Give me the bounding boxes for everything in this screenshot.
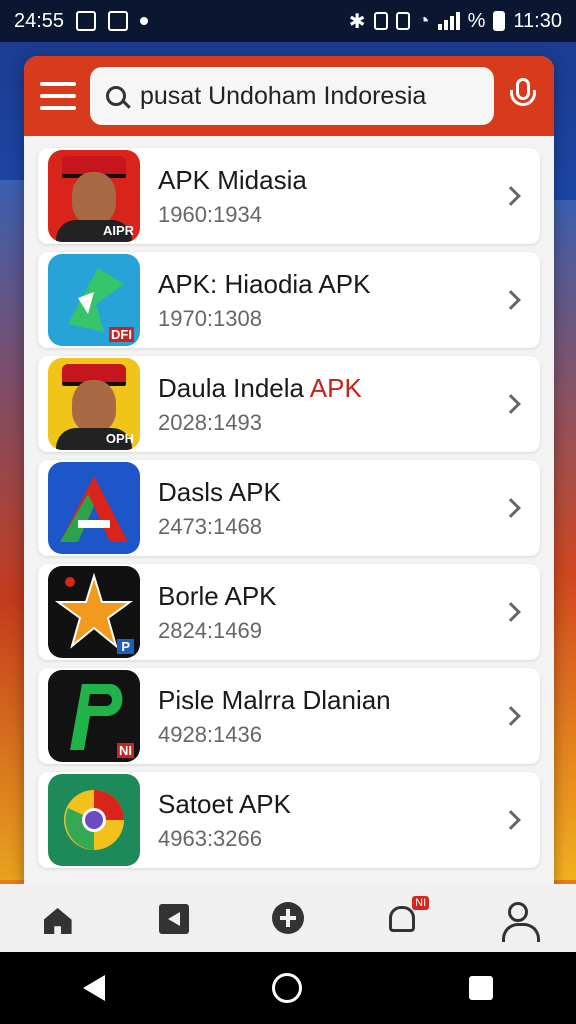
chevron-right-icon bbox=[501, 498, 521, 518]
app-title: Dasls APK bbox=[158, 476, 281, 507]
app-title: Borle APK bbox=[158, 580, 277, 611]
recents-icon[interactable] bbox=[468, 976, 493, 1000]
bluetooth-icon: ✱ bbox=[348, 10, 366, 33]
notification-dot-icon bbox=[140, 17, 149, 25]
app-title: Daula Indela APK bbox=[158, 372, 362, 403]
video-icon[interactable] bbox=[155, 900, 191, 936]
system-home-icon[interactable] bbox=[271, 973, 302, 1003]
list-item[interactable]: NI Pisle Malrra Dlanian 4928:1436 bbox=[38, 668, 540, 764]
app-subtitle: 1970:1308 bbox=[158, 305, 262, 331]
list-item[interactable]: Satoet APK 4963:3266 bbox=[38, 772, 540, 868]
app-subtitle: 2473:1468 bbox=[158, 513, 262, 539]
battery-percent: % bbox=[467, 9, 486, 32]
chevron-right-icon bbox=[501, 394, 521, 414]
chevron-right-icon bbox=[501, 810, 521, 830]
app-window: AIPR APK Midasia 1960:1934 DFI APK: Hiao… bbox=[24, 56, 554, 886]
app-subtitle: 2824:1469 bbox=[158, 617, 262, 643]
app-icon-label: DFI bbox=[109, 327, 134, 342]
list-item[interactable]: Dasls APK 2473:1468 bbox=[38, 460, 540, 556]
app-title: Pisle Malrra Dlanian bbox=[158, 684, 391, 715]
app-subtitle: 2028:1493 bbox=[158, 409, 262, 435]
list-item[interactable]: DFI APK: Hiaodia APK 1970:1308 bbox=[38, 252, 540, 348]
chevron-right-icon bbox=[501, 186, 521, 206]
list-item[interactable]: OPH Daula Indela APK 2028:1493 bbox=[38, 356, 540, 452]
app-list: AIPR APK Midasia 1960:1934 DFI APK: Hiao… bbox=[24, 136, 554, 868]
home-icon[interactable] bbox=[40, 900, 76, 936]
notification-badge: NI bbox=[412, 896, 430, 910]
microphone-icon[interactable] bbox=[508, 78, 538, 114]
search-bar[interactable] bbox=[90, 67, 494, 125]
app-icon-portrait: AIPR bbox=[48, 150, 140, 242]
battery-icon bbox=[493, 11, 506, 31]
bottom-navigation: NI bbox=[0, 884, 576, 952]
vibrate-icon bbox=[395, 12, 410, 30]
app-icon-letter-a bbox=[48, 462, 140, 554]
app-icon-portrait: OPH bbox=[48, 358, 140, 450]
app-icon-star: P bbox=[48, 566, 140, 658]
signal-icon bbox=[437, 12, 460, 30]
list-item[interactable]: AIPR APK Midasia 1960:1934 bbox=[38, 148, 540, 244]
profile-icon[interactable] bbox=[500, 900, 541, 942]
app-subtitle: 4963:3266 bbox=[158, 825, 262, 851]
status-time-right: 11:30 bbox=[513, 9, 562, 32]
app-icon-arrow: DFI bbox=[48, 254, 140, 346]
top-app-bar bbox=[24, 56, 554, 136]
app-title-highlight: APK bbox=[309, 372, 362, 403]
app-icon-label: AIPR bbox=[102, 223, 134, 238]
status-time-left: 24:55 bbox=[14, 9, 65, 32]
back-icon[interactable] bbox=[83, 975, 106, 1001]
app-title: APK Midasia bbox=[158, 164, 307, 195]
app-icon-letter-p: NI bbox=[48, 670, 140, 762]
app-title: Satoet APK bbox=[158, 788, 291, 819]
chevron-right-icon bbox=[501, 602, 521, 622]
app-title: APK: Hiaodia APK bbox=[158, 268, 371, 299]
image-icon bbox=[108, 11, 129, 31]
app-icon-chrome bbox=[48, 774, 140, 866]
search-icon bbox=[106, 86, 126, 106]
app-subtitle: 1960:1934 bbox=[158, 201, 262, 227]
app-icon-label: OPH bbox=[105, 431, 134, 446]
add-icon[interactable] bbox=[270, 900, 306, 936]
nfc-icon bbox=[373, 12, 388, 30]
app-icon-label: NI bbox=[117, 743, 134, 758]
system-navigation-bar bbox=[0, 952, 576, 1024]
list-item[interactable]: P Borle APK 2824:1469 bbox=[38, 564, 540, 660]
status-bar: 24:55 ✱ ◔ % 11:30 bbox=[0, 0, 576, 42]
mail-icon bbox=[76, 11, 97, 31]
notification-icon[interactable]: NI bbox=[385, 896, 430, 936]
chevron-right-icon bbox=[501, 706, 521, 726]
app-icon-label: P bbox=[117, 639, 134, 654]
wifi-icon: ◔ bbox=[417, 9, 430, 32]
search-input[interactable] bbox=[140, 81, 478, 111]
app-subtitle: 4928:1436 bbox=[158, 721, 262, 747]
chevron-right-icon bbox=[501, 290, 521, 310]
menu-icon[interactable] bbox=[40, 82, 76, 110]
